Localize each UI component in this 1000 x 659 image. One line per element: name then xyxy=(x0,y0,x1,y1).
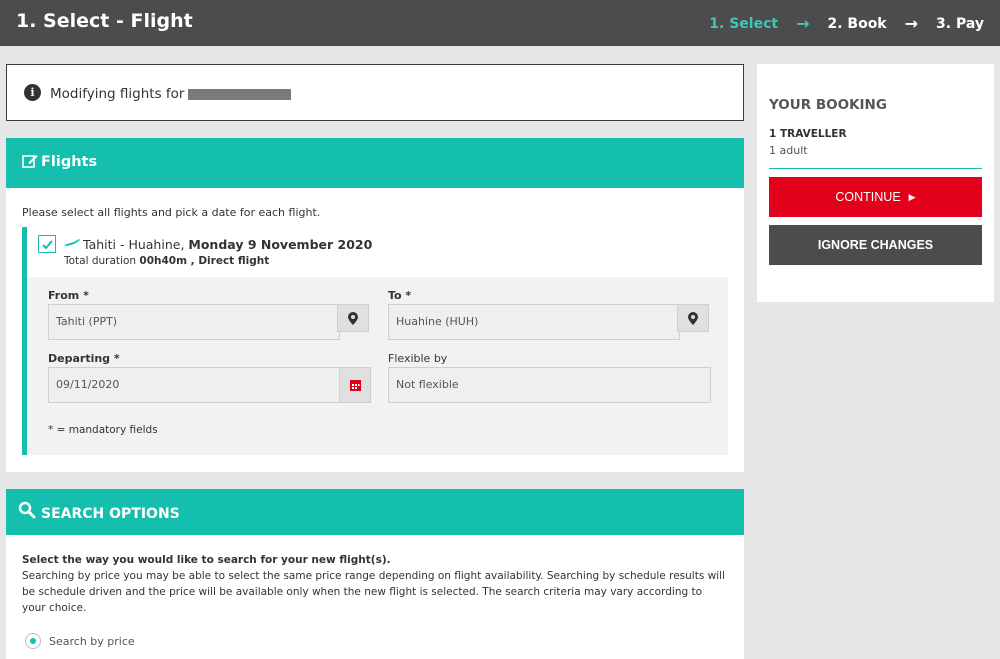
flexible-select[interactable]: Not flexible xyxy=(388,367,711,403)
flight-form: From * Tahiti (PPT) To * Huahine (HUH) D… xyxy=(27,277,728,455)
flights-panel: Flights Please select all flights and pi… xyxy=(6,138,744,472)
search-by-price-radio[interactable] xyxy=(25,633,41,649)
flights-header: Flights xyxy=(6,138,744,188)
flexible-label: Flexible by xyxy=(388,352,448,365)
to-location-button[interactable] xyxy=(677,304,709,332)
map-pin-icon xyxy=(688,311,698,325)
flight-duration: Total duration 00h40m , Direct flight xyxy=(64,255,270,267)
from-input[interactable]: Tahiti (PPT) xyxy=(48,304,340,340)
departing-input[interactable]: 09/11/2020 xyxy=(48,367,340,403)
booking-summary: YOUR BOOKING 1 TRAVELLER 1 adult CONTINU… xyxy=(757,64,994,302)
caret-right-icon: ▶ xyxy=(908,191,916,202)
map-pin-icon xyxy=(348,311,358,325)
mandatory-note: * = mandatory fields xyxy=(48,424,158,436)
step-select[interactable]: 1. Select xyxy=(709,16,778,32)
to-input[interactable]: Huahine (HUH) xyxy=(388,304,680,340)
search-icon xyxy=(18,501,36,519)
search-options-header: SEARCH OPTIONS xyxy=(6,489,744,535)
search-options-heading: SEARCH OPTIONS xyxy=(41,506,180,522)
redacted-name xyxy=(188,88,292,100)
top-bar: 1. Select - Flight 1. Select → 2. Book →… xyxy=(0,0,1000,46)
flight-date: Monday 9 November 2020 xyxy=(188,237,373,252)
search-by-price-label[interactable]: Search by price xyxy=(49,635,135,648)
search-options-intro: Select the way you would like to search … xyxy=(22,554,725,614)
edit-icon xyxy=(22,155,38,168)
step-book[interactable]: 2. Book xyxy=(827,16,886,32)
notice-text: Modifying flights for xyxy=(50,86,292,102)
traveller-count: 1 TRAVELLER xyxy=(769,128,847,140)
adult-count: 1 adult xyxy=(769,144,808,157)
from-label: From * xyxy=(48,289,89,302)
arrow-right-icon: → xyxy=(796,14,810,33)
divider xyxy=(769,168,982,169)
modify-notice: i Modifying flights for xyxy=(6,64,744,121)
to-label: To * xyxy=(388,289,412,302)
flight-checkbox[interactable] xyxy=(38,235,56,253)
arrow-right-icon: → xyxy=(904,14,919,33)
continue-button[interactable]: CONTINUE ▶ xyxy=(769,177,982,217)
plane-icon xyxy=(64,239,80,246)
flight-segment: Tahiti - Huahine, Monday 9 November 2020… xyxy=(22,227,728,455)
from-location-button[interactable] xyxy=(337,304,369,332)
check-icon xyxy=(42,240,53,250)
info-icon: i xyxy=(24,84,41,101)
calendar-button[interactable] xyxy=(339,367,371,403)
booking-title: YOUR BOOKING xyxy=(769,97,887,113)
calendar-icon xyxy=(349,379,361,391)
ignore-changes-button[interactable]: IGNORE CHANGES xyxy=(769,225,982,265)
departing-label: Departing * xyxy=(48,352,120,365)
progress-steps: 1. Select → 2. Book → 3. Pay xyxy=(709,14,984,33)
page-title: 1. Select - Flight xyxy=(16,10,193,32)
step-pay[interactable]: 3. Pay xyxy=(936,16,984,32)
flights-instruction: Please select all flights and pick a dat… xyxy=(22,206,321,219)
flights-heading: Flights xyxy=(41,154,98,170)
search-options-panel: SEARCH OPTIONS Select the way you would … xyxy=(6,489,744,659)
flight-route: Tahiti - Huahine, Monday 9 November 2020 xyxy=(83,237,373,252)
